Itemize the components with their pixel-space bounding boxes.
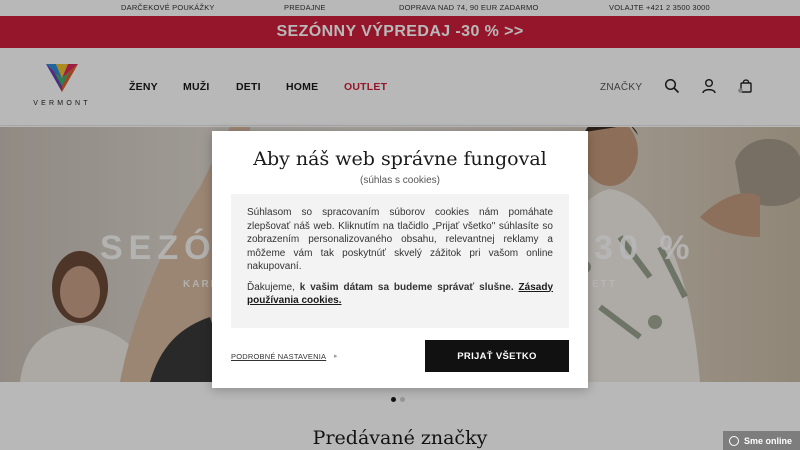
chat-widget[interactable]: Sme online [723,431,800,450]
cookie-body-text: Súhlasom so spracovaním súborov cookies … [247,207,553,272]
cookie-modal-title: Aby náš web správne fungoval [253,148,547,170]
cookie-modal-subtitle: (súhlas s cookies) [359,175,441,186]
cookie-info-box: Súhlasom so spracovaním súborov cookies … [231,194,569,328]
detailed-settings-link[interactable]: PODROBNÉ NASTAVENIA [231,352,326,361]
accept-all-button[interactable]: PRIJAŤ VŠETKO [425,340,569,372]
thanks-prefix: Ďakujeme, [247,281,300,293]
thanks-bold: k vašim dátam sa budeme správať slušne. [299,281,514,293]
chevron-right-icon[interactable]: ▸ [334,352,338,360]
cookie-modal: Aby náš web správne fungoval (súhlas s c… [212,131,588,388]
chat-label: Sme online [744,435,793,446]
cookie-thanks-text: Ďakujeme, k vašim dátam sa budeme správa… [247,281,553,308]
chat-bubble-icon [729,435,739,446]
